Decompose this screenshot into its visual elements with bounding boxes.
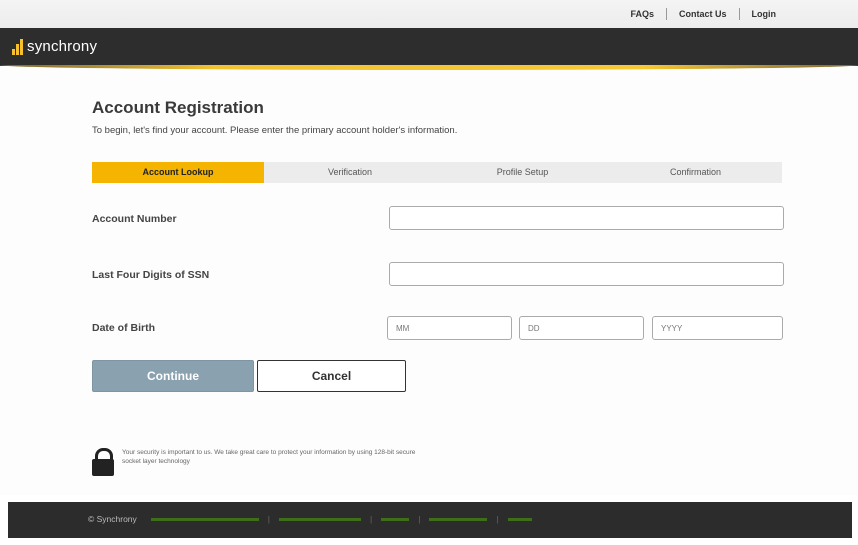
contact-us-link[interactable]: Contact Us <box>679 9 727 19</box>
login-link[interactable]: Login <box>752 9 777 19</box>
step-confirmation: Confirmation <box>669 167 722 177</box>
synchrony-logo[interactable]: synchrony <box>12 38 97 55</box>
copyright-text: © Synchrony <box>88 514 137 524</box>
ssn-label: Last Four Digits of SSN <box>92 269 210 281</box>
footer-divider: | <box>267 514 271 524</box>
ssn-last-four-input[interactable] <box>389 262 784 286</box>
security-text: Your security is important to us. We tak… <box>122 449 416 465</box>
brand-header: synchrony <box>0 28 858 70</box>
step-profile-setup: Profile Setup <box>496 167 549 177</box>
footer-link-3[interactable] <box>381 517 410 521</box>
top-utility-bar: FAQs Contact Us Login <box>0 0 858 28</box>
dob-month-input[interactable] <box>387 316 512 340</box>
divider <box>738 8 740 20</box>
brand-name: synchrony <box>27 38 98 55</box>
step-verification: Verification <box>327 167 373 177</box>
dob-day-input[interactable] <box>519 316 644 340</box>
account-number-input[interactable] <box>389 206 784 230</box>
footer-divider: | <box>370 514 373 524</box>
footer: © Synchrony | | | | <box>8 502 852 538</box>
cancel-button[interactable]: Cancel <box>257 360 406 392</box>
account-number-label: Account Number <box>92 213 177 225</box>
dob-year-input[interactable] <box>652 316 783 340</box>
faqs-link[interactable]: FAQs <box>630 9 654 19</box>
footer-link-1[interactable] <box>150 517 259 521</box>
step-account-lookup: Account Lookup <box>92 162 264 183</box>
continue-button[interactable]: Continue <box>92 360 254 392</box>
lock-icon <box>92 448 114 476</box>
page-subtitle: To begin, let's find your account. Pleas… <box>92 125 458 136</box>
top-nav: FAQs Contact Us Login <box>630 8 776 20</box>
footer-link-2[interactable] <box>279 517 362 521</box>
footer-link-4[interactable] <box>429 517 488 521</box>
footer-divider: | <box>496 514 499 524</box>
page-title: Account Registration <box>92 98 264 117</box>
main-content: Account Registration To begin, let's fin… <box>0 70 858 495</box>
divider <box>665 8 667 20</box>
logo-bars-icon <box>12 39 24 55</box>
footer-link-5[interactable] <box>507 517 532 521</box>
footer-divider: | <box>418 514 421 524</box>
dob-label: Date of Birth <box>92 322 155 334</box>
progress-steps: Account Lookup Verification Profile Setu… <box>92 162 782 183</box>
